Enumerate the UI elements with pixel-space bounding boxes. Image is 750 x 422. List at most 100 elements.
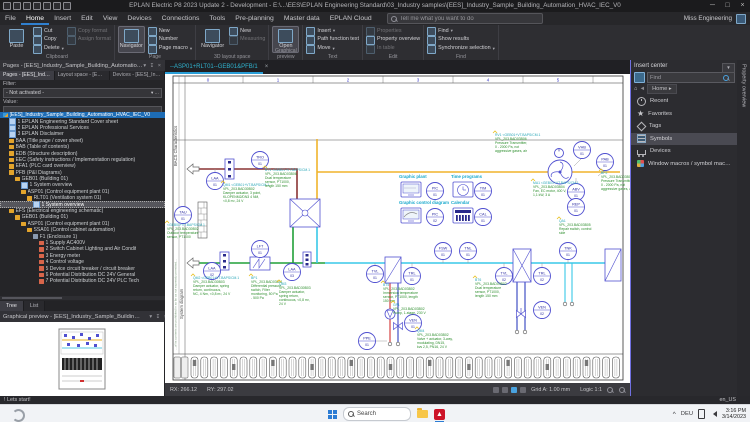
menu-insert[interactable]: Insert — [49, 13, 76, 25]
insert-center-find-input[interactable]: Find — [647, 72, 735, 83]
back-icon[interactable]: ◄ — [639, 86, 645, 92]
close-button[interactable]: × — [735, 0, 750, 12]
breadcrumb[interactable]: Home ▸ — [647, 84, 677, 94]
document-tab-close-icon[interactable]: × — [265, 64, 269, 70]
menu-tools[interactable]: Tools — [204, 13, 230, 25]
grid-size[interactable]: Grid A: 1.00 mm — [526, 387, 575, 393]
panel-header-icons[interactable]: ▾ ↧ × — [143, 63, 162, 69]
graphical-preview-header[interactable]: Graphical preview - [EES]_Industry_Sampl… — [0, 311, 171, 322]
insert-button[interactable]: Insert▾ — [306, 27, 359, 36]
insert-center-item-favorites[interactable]: ★Favorites — [631, 108, 738, 121]
page-tree[interactable]: [EES]_Industry_Sample_Building_Automatio… — [0, 112, 165, 296]
property-overview-button[interactable]: Property overview — [366, 36, 420, 45]
svg-text:VEN: VEN — [409, 319, 417, 323]
new-button[interactable]: New — [229, 27, 265, 36]
locale-indicator: en_US — [720, 397, 750, 403]
document-tab[interactable]: --ASP01+RLT01--GEB01&PFB/1 — [165, 61, 263, 74]
svg-text:Pump, 1-stage, 230 V: Pump, 1-stage, 230 V — [393, 311, 427, 315]
number-button[interactable]: Number — [148, 36, 192, 45]
tree-list-tab-tree[interactable]: Tree — [0, 301, 24, 311]
windows-taskbar: Search ▲ ^ DEU 3:16 PM 3/14/2023 — [0, 404, 750, 422]
svg-text:02: 02 — [433, 219, 437, 223]
insert-center-item-symbols[interactable]: Symbols — [631, 133, 738, 146]
page-macro-button[interactable]: Page macro▾ — [148, 45, 192, 54]
keyboard-language[interactable]: DEU — [681, 411, 693, 417]
copy-button[interactable]: Copy — [33, 36, 64, 45]
zoom-in-icon[interactable] — [607, 387, 613, 393]
insert-center-item-devices[interactable]: Devices — [631, 145, 738, 158]
user-account[interactable]: Miss Engineering — [684, 14, 750, 24]
tree-item[interactable]: [EES]_Industry_Sample_Building_Automatio… — [0, 112, 165, 118]
new-button[interactable]: New — [148, 27, 192, 36]
zoom-window-icon[interactable] — [619, 387, 625, 393]
properties-icon — [366, 27, 375, 36]
tree-horizontal-scrollbar[interactable] — [0, 296, 165, 300]
insert-center-item-recent[interactable]: Recent — [631, 95, 738, 108]
menu-devices[interactable]: Devices — [122, 13, 156, 25]
path-function-text-button[interactable]: Path function text — [306, 36, 359, 45]
schematic-drawing[interactable]: 012345BACS CharacteristicsSystem diagram… — [165, 74, 630, 383]
svg-text:02: 02 — [540, 312, 544, 316]
svg-text:aggressive gases, air: aggressive gases, air — [495, 149, 528, 153]
panel-tab-1[interactable]: Layout space - [EES]_... — [55, 71, 110, 80]
delete-button[interactable]: Delete▾ — [33, 45, 64, 54]
right-dock-strip: Property overview — [737, 60, 750, 396]
svg-text:Graphic plant: Graphic plant — [399, 174, 427, 179]
file-explorer-icon[interactable] — [417, 410, 428, 418]
menu-connections[interactable]: Connections — [157, 13, 205, 25]
svg-text:01: 01 — [580, 152, 584, 156]
pages-panel-header[interactable]: Pages - [EES]_Industry_Sample_Building_A… — [0, 60, 165, 71]
property-overview-tab[interactable]: Property overview — [741, 64, 747, 107]
filter-combo[interactable]: - Not activated - ▾ … — [3, 88, 162, 98]
menu-file[interactable]: File — [0, 13, 21, 25]
schematic-canvas[interactable]: 012345BACS CharacteristicsSystem diagram… — [165, 74, 631, 383]
panel-tab-0[interactable]: Pages - [EES]_Industr... — [0, 71, 55, 80]
minimize-button[interactable]: ─ — [705, 0, 720, 12]
insert-center-item-tags[interactable]: Tags — [631, 120, 738, 133]
menu-master-data[interactable]: Master data — [279, 13, 325, 25]
paste-button[interactable]: Paste — [3, 26, 30, 53]
tree-list-tab-list[interactable]: List — [24, 301, 45, 311]
maximize-button[interactable]: □ — [720, 0, 735, 12]
windows-start-icon[interactable] — [328, 410, 337, 419]
svg-text:BACS Characteristics: BACS Characteristics — [173, 126, 178, 166]
synchronize-selection-button[interactable]: Synchronize selection▾ — [427, 45, 495, 54]
ribbon-group-3d-layout-space: NavigatorNewMeasuring3D layout space — [196, 25, 269, 60]
svg-text:3: 3 — [417, 77, 420, 82]
object-snap-icon[interactable] — [511, 387, 517, 393]
cut-button[interactable]: Cut — [33, 27, 64, 36]
home-icon[interactable]: ⌂ — [634, 86, 637, 92]
phone-link-icon[interactable] — [698, 409, 705, 419]
tree-struct-icon — [9, 151, 14, 156]
panel-tab-2[interactable]: Devices - [EES]_Indus... — [110, 71, 165, 80]
speaker-icon[interactable] — [710, 411, 717, 417]
tree-struct-icon — [9, 164, 14, 169]
navigator-button[interactable]: Navigator — [118, 26, 145, 53]
snap-mode-icon[interactable] — [502, 387, 508, 393]
taskbar-search[interactable]: Search — [343, 407, 411, 421]
combo-dropdown-icon[interactable]: ▾ … — [151, 90, 159, 96]
tell-me-search[interactable]: Tell me what you want to do — [387, 13, 543, 24]
menu-eplan-cloud[interactable]: EPLAN Cloud — [325, 13, 377, 25]
svg-text:01: 01 — [213, 183, 217, 187]
document-list-dropdown[interactable]: ▼ — [722, 63, 735, 73]
navigator-button[interactable]: Navigator — [199, 26, 226, 53]
tree-struct-icon — [27, 228, 32, 233]
page-new-icon — [148, 27, 157, 36]
menu-edit[interactable]: Edit — [76, 13, 98, 25]
menu-pre-planning[interactable]: Pre-planning — [230, 13, 279, 25]
find-button[interactable]: Find▾ — [427, 27, 495, 36]
logic-scale[interactable]: Logic 1:1 — [575, 387, 607, 393]
show-results-button[interactable]: Show results — [427, 36, 495, 45]
tray-chevron-icon[interactable]: ^ — [673, 411, 676, 418]
ribbon: PasteCutCopyDelete▾Copy formatAssign for… — [0, 25, 750, 61]
insert-center-item-window-macros-symbol-macros[interactable]: Window macros / symbol macros — [631, 158, 738, 171]
tree-item[interactable]: 7 Potential Distribution DC 24V PLC Tech — [0, 278, 165, 284]
select-mode-icon[interactable] — [493, 387, 499, 393]
move-button[interactable]: Move▾ — [306, 45, 359, 54]
eplan-app-icon[interactable]: ▲ — [434, 409, 445, 420]
edge-icon[interactable] — [12, 409, 25, 422]
menu-home[interactable]: Home — [21, 13, 49, 25]
clock[interactable]: 3:16 PM 3/14/2023 — [722, 408, 746, 421]
menu-view[interactable]: View — [98, 13, 123, 25]
